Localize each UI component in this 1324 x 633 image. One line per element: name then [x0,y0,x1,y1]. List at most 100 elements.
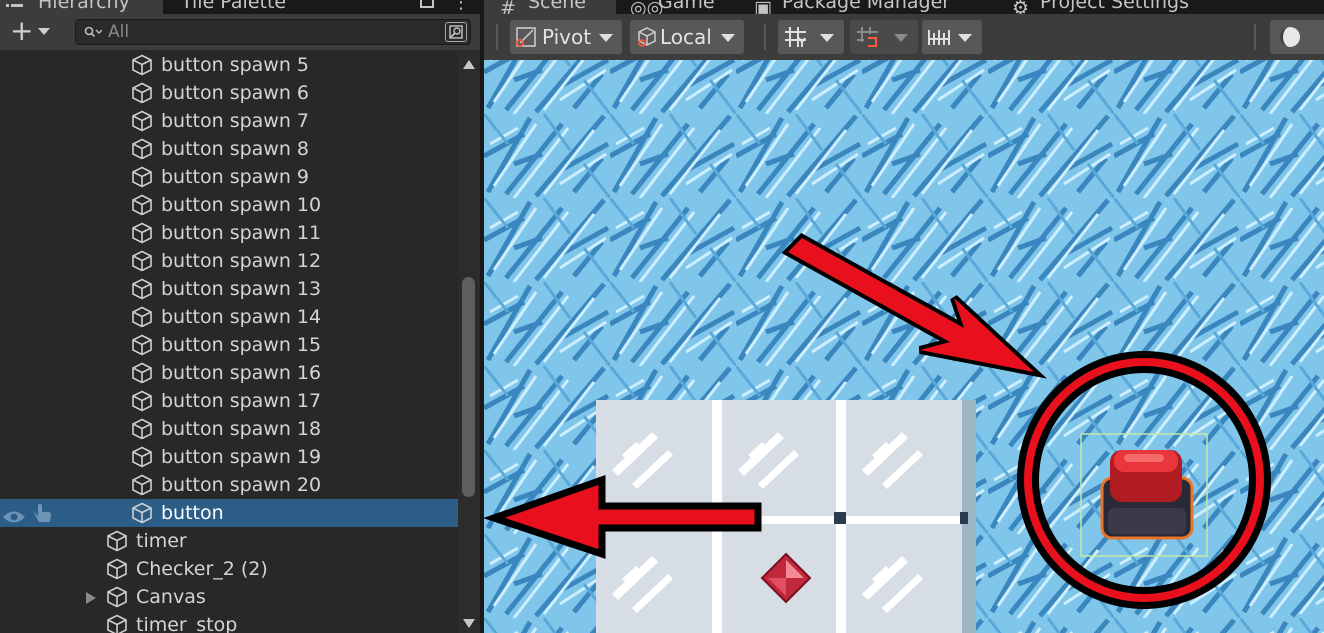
hierarchy-row[interactable]: button [0,499,458,527]
search-in-scene-button[interactable] [445,22,467,42]
tab-package-manager[interactable]: ▣ Package Manager [754,0,994,14]
tab-tile-palette[interactable]: Tile Palette [163,0,423,14]
increment-snap-button[interactable] [922,20,982,54]
gameobject-cube-icon [131,502,153,524]
hierarchy-row-label: button spawn 15 [161,334,322,356]
hierarchy-panel: Hierarchy Tile Palette ⋮ + All button sp… [0,0,480,633]
hierarchy-row[interactable]: button spawn 20 [0,471,458,499]
gameobject-cube-icon [106,614,128,633]
hierarchy-row-label: button spawn 6 [161,82,310,104]
tab-tile-palette-label: Tile Palette [181,0,287,13]
hierarchy-row[interactable]: button spawn 7 [0,107,458,135]
hierarchy-row[interactable]: button spawn 15 [0,331,458,359]
chevron-down-icon [721,34,735,42]
hierarchy-row[interactable]: Checker_2 (2) [0,555,458,583]
hierarchy-row-label: timer [136,530,187,552]
button-sprite[interactable] [1100,450,1194,540]
scene-grid-icon: # [500,0,516,14]
hierarchy-row[interactable]: timer [0,527,458,555]
gameobject-cube-icon [106,586,128,608]
gamepad-icon: ◎◎ [630,0,664,14]
search-input[interactable] [108,21,438,43]
grid-visibility-button[interactable] [778,20,844,54]
tab-game-label: Game [658,0,715,13]
tab-scene-label: Scene [528,0,586,13]
scene-tab-bar: # Scene ◎◎Game ▣ Package Manager ⚙ Project … [484,0,1324,14]
tab-game[interactable]: ◎◎Game [616,0,740,14]
gear-icon: ⚙ [1012,0,1030,14]
hierarchy-row[interactable]: button spawn 10 [0,191,458,219]
increment-snap-icon [928,30,950,45]
hierarchy-row-label: button spawn 5 [161,54,310,76]
hierarchy-row[interactable]: button spawn 16 [0,359,458,387]
more-options-icon[interactable]: ⋮ [452,0,470,13]
scene-viewport[interactable] [484,60,1324,633]
gameobject-cube-icon [131,306,153,328]
hierarchy-tab-bar: Hierarchy Tile Palette ⋮ [0,0,480,14]
scroll-up-arrow-icon[interactable] [463,60,475,69]
search-icon [84,26,102,38]
hierarchy-row-label: button spawn 18 [161,418,322,440]
pivot-icon [516,27,536,47]
gameobject-cube-icon [131,194,153,216]
hierarchy-row-label: button spawn 20 [161,474,322,496]
create-button[interactable]: + [8,14,58,47]
chevron-down-icon [599,34,613,42]
grid-snapping-button[interactable] [850,20,918,54]
gameobject-cube-icon [131,54,153,76]
hierarchy-scrollbar[interactable] [458,51,480,633]
hierarchy-row[interactable]: Canvas [0,583,458,611]
hierarchy-row-label: button spawn 9 [161,166,310,188]
tab-hierarchy[interactable]: Hierarchy [0,0,163,14]
search-box[interactable] [75,19,471,45]
hierarchy-row[interactable]: button spawn 18 [0,415,458,443]
hierarchy-row-label: button spawn 16 [161,362,322,384]
hierarchy-icon [6,4,23,7]
hierarchy-row[interactable]: button spawn 5 [0,51,458,79]
scene-toolbar: Pivot Local [484,14,1324,60]
scene-search-icon [449,25,463,39]
hierarchy-row[interactable]: button spawn 6 [0,79,458,107]
hierarchy-row-label: button spawn 12 [161,250,322,272]
toolbar-separator [1254,24,1256,50]
scene-view-canvas[interactable] [484,60,1324,633]
hierarchy-row[interactable]: button spawn 11 [0,219,458,247]
hierarchy-row[interactable]: button spawn 17 [0,387,458,415]
hierarchy-row[interactable]: button spawn 19 [0,443,458,471]
hierarchy-row[interactable]: button spawn 13 [0,275,458,303]
gameobject-cube-icon [131,82,153,104]
tab-scene[interactable]: # Scene [484,0,616,14]
chevron-down-icon [958,34,972,42]
hierarchy-row-label: button spawn 8 [161,138,310,160]
tab-project-settings[interactable]: ⚙ Project Settings [1012,0,1272,14]
hierarchy-row[interactable]: button spawn 9 [0,163,458,191]
gameobject-cube-icon [131,222,153,244]
package-icon: ▣ [754,0,772,14]
hierarchy-row-label: button spawn 19 [161,446,322,468]
chevron-down-icon [820,34,834,42]
local-toggle-button[interactable]: Local [630,20,744,54]
gameobject-cube-icon [131,418,153,440]
hierarchy-row-label: button [161,502,224,524]
hierarchy-row[interactable]: timer_stop [0,611,458,633]
hierarchy-row-label: button spawn 11 [161,222,322,244]
pivot-toggle-button[interactable]: Pivot [510,20,622,54]
gameobject-cube-icon [131,474,153,496]
local-label: Local [660,25,712,49]
tab-package-manager-label: Package Manager [782,0,951,13]
hierarchy-row[interactable]: button spawn 12 [0,247,458,275]
chevron-down-icon [38,28,50,35]
plus-icon: + [10,14,34,47]
expand-arrow-icon[interactable] [86,592,96,604]
shading-mode-button[interactable] [1270,20,1324,54]
hierarchy-row[interactable]: button spawn 14 [0,303,458,331]
grid-snap-icon [857,27,878,47]
pivot-label: Pivot [542,25,592,49]
scroll-down-arrow-icon[interactable] [463,619,475,628]
lock-icon[interactable] [420,0,434,8]
hierarchy-row-label: button spawn 17 [161,390,322,412]
hierarchy-row[interactable]: button spawn 8 [0,135,458,163]
gameobject-cube-icon [131,166,153,188]
local-cube-icon [638,27,656,47]
scrollbar-thumb[interactable] [462,277,475,497]
